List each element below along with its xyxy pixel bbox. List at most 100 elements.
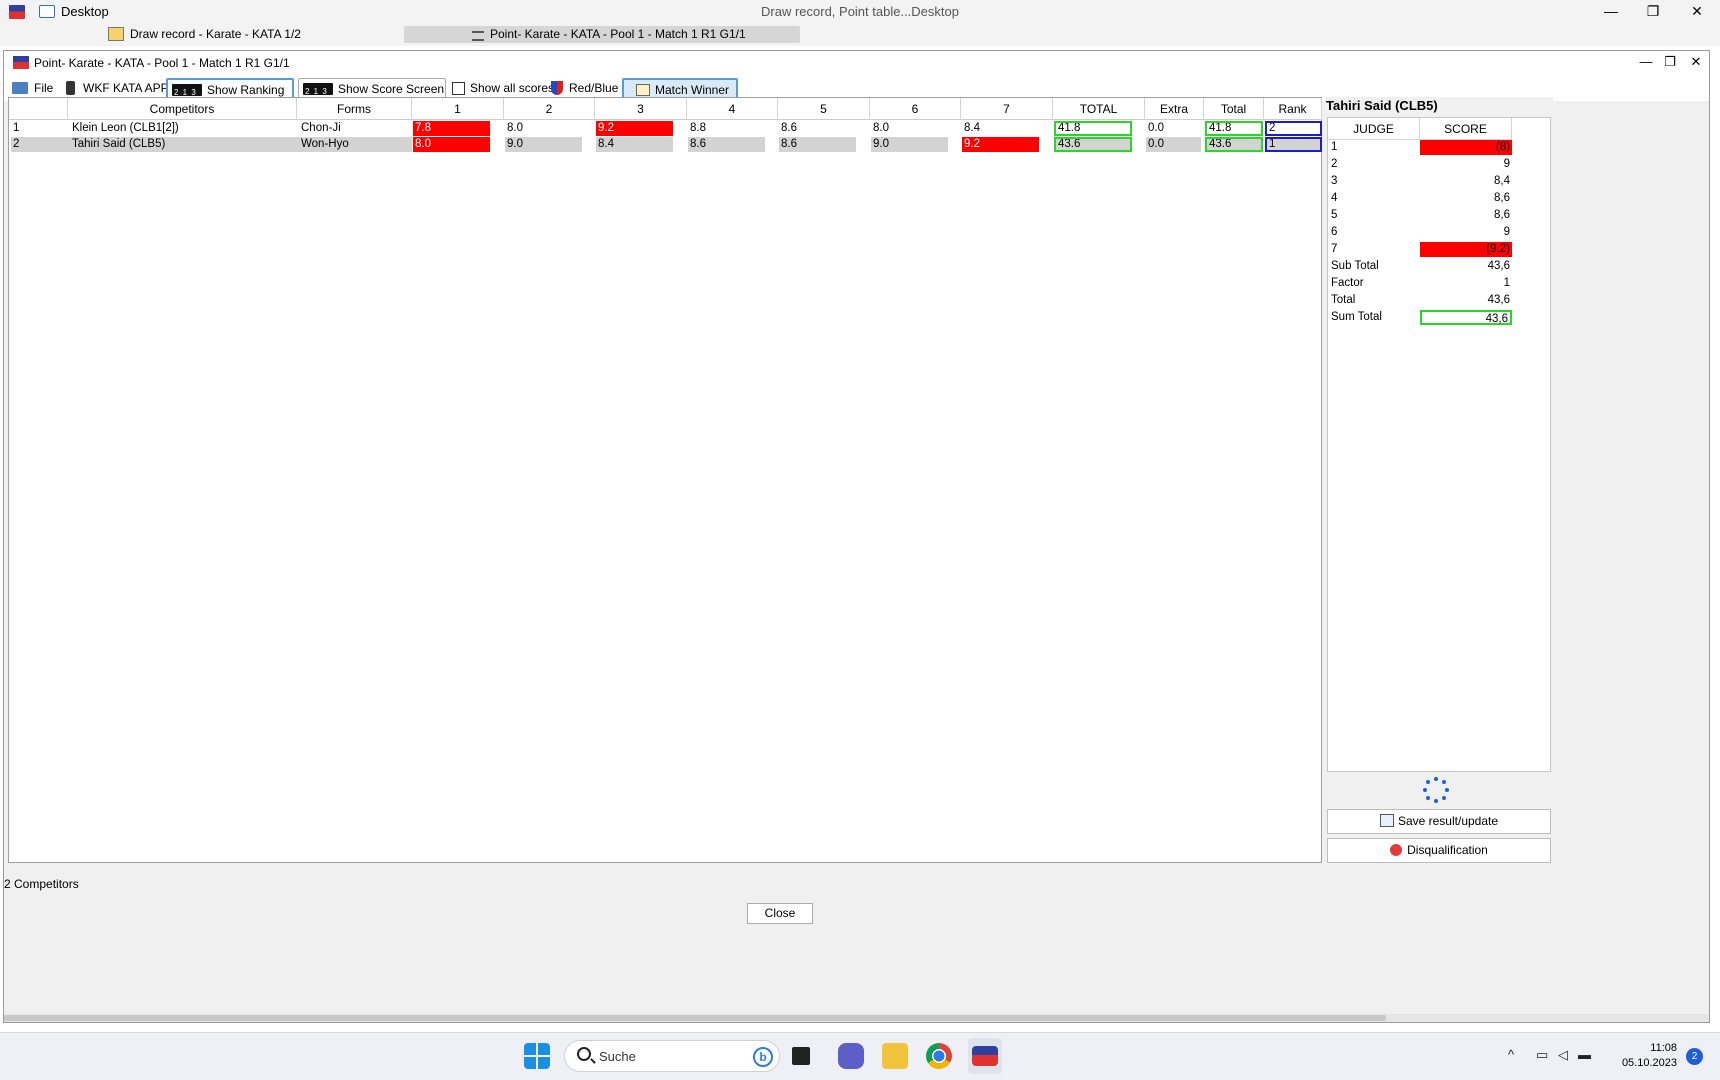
cell-score-7[interactable]: 9.2 bbox=[962, 137, 1039, 152]
window-titlebar: Point- Karate - KATA - Pool 1 - Match 1 … bbox=[4, 51, 1709, 75]
cell-form: Chon-Ji bbox=[301, 122, 341, 134]
summary-row: Factor 1 bbox=[1328, 276, 1528, 292]
cell-score-1[interactable]: 7.8 bbox=[413, 121, 490, 136]
col-header-judge-3[interactable]: 3 bbox=[595, 98, 687, 120]
summary-row: Sum Total 43,6 bbox=[1328, 310, 1528, 326]
karate-app-icon[interactable] bbox=[972, 1046, 998, 1066]
col-header-judge[interactable]: JUDGE bbox=[1328, 118, 1420, 140]
cell-score-1[interactable]: 8.0 bbox=[413, 137, 490, 152]
window-restore-button[interactable]: ❐ bbox=[1658, 54, 1682, 70]
taskbar-search[interactable]: Suche b bbox=[564, 1040, 780, 1072]
col-header-rank[interactable]: Rank bbox=[1264, 98, 1322, 120]
mdi-tab-point-table[interactable]: Point- Karate - KATA - Pool 1 - Match 1 … bbox=[404, 26, 800, 43]
save-result-button[interactable]: Save result/update bbox=[1327, 809, 1551, 834]
cell-score-5[interactable]: 8.6 bbox=[779, 121, 856, 136]
cell-score-6[interactable]: 9.0 bbox=[871, 137, 948, 152]
horizontal-scrollbar[interactable] bbox=[4, 1014, 1709, 1022]
cell-rank: 1 bbox=[1265, 137, 1322, 152]
app-close-button[interactable]: ✕ bbox=[1674, 0, 1720, 24]
chrome-icon[interactable] bbox=[926, 1043, 952, 1069]
file-label: File bbox=[34, 81, 54, 95]
cell-total-2: 41.8 bbox=[1205, 121, 1263, 136]
app-titlebar: Desktop Draw record, Point table...Deskt… bbox=[0, 0, 1720, 24]
col-header-forms[interactable]: Forms bbox=[297, 98, 412, 120]
col-header-competitors[interactable]: Competitors bbox=[68, 98, 297, 120]
col-header-score[interactable]: SCORE bbox=[1420, 118, 1512, 140]
cell-score-4[interactable]: 8.6 bbox=[688, 137, 765, 152]
summary-label: Sub Total bbox=[1331, 260, 1379, 272]
summary-value: 1 bbox=[1503, 277, 1510, 289]
summary-row: Total 43,6 bbox=[1328, 293, 1528, 309]
cell-rank: 2 bbox=[1265, 121, 1322, 136]
cell-score-3[interactable]: 9.2 bbox=[596, 121, 673, 136]
judge-row: 5 8,6 bbox=[1328, 208, 1528, 224]
cell-score-5[interactable]: 8.6 bbox=[779, 137, 856, 152]
cell-extra[interactable]: 0.0 bbox=[1146, 137, 1201, 152]
col-header-total[interactable]: TOTAL bbox=[1053, 98, 1145, 120]
grid-header: Competitors Forms 1 2 3 4 5 6 7 TOTAL Ex… bbox=[9, 98, 1322, 120]
teams-chat-icon[interactable] bbox=[838, 1043, 864, 1069]
col-header-no[interactable] bbox=[9, 98, 68, 120]
cell-score-3[interactable]: 8.4 bbox=[596, 137, 673, 152]
clock-date: 05.10.2023 bbox=[1621, 1057, 1677, 1069]
app-title: Draw record, Point table...Desktop bbox=[761, 4, 959, 19]
summary-label: Total bbox=[1331, 294, 1356, 306]
col-header-judge-5[interactable]: 5 bbox=[778, 98, 870, 120]
taskbar-clock[interactable]: 11:08 05.10.2023 bbox=[1617, 1041, 1677, 1071]
cell-score-7[interactable]: 8.4 bbox=[962, 121, 1039, 136]
cell-score-6[interactable]: 8.0 bbox=[871, 121, 948, 136]
table-row[interactable]: 2 Tahiri Said (CLB5) Won-Hyo 8.0 9.0 8.4… bbox=[9, 137, 1322, 153]
bing-icon[interactable]: b bbox=[753, 1047, 773, 1067]
disqualification-button[interactable]: Disqualification bbox=[1327, 838, 1551, 863]
judge-label: 2 bbox=[1331, 158, 1338, 170]
chevron-up-icon[interactable]: ^ bbox=[1508, 1047, 1514, 1062]
windows-start-icon[interactable] bbox=[524, 1043, 550, 1069]
col-header-total-2[interactable]: Total bbox=[1204, 98, 1264, 120]
notification-badge[interactable]: 2 bbox=[1686, 1048, 1703, 1065]
summary-label: Sum Total bbox=[1331, 311, 1382, 323]
table-row[interactable]: 1 Klein Leon (CLB1[2]) Chon-Ji 7.8 8.0 9… bbox=[9, 121, 1322, 137]
red-blue-label: Red/Blue bbox=[569, 81, 619, 95]
stop-icon bbox=[1390, 844, 1403, 856]
file-explorer-icon[interactable] bbox=[882, 1043, 908, 1069]
scrollbar-thumb[interactable] bbox=[4, 1015, 1386, 1021]
folder-icon bbox=[12, 82, 28, 94]
disqualification-label: Disqualification bbox=[1407, 843, 1488, 857]
summary-row: Sub Total 43,6 bbox=[1328, 259, 1528, 275]
volume-icon[interactable]: ◁ bbox=[1558, 1047, 1568, 1063]
app-restore-button[interactable]: ❐ bbox=[1630, 0, 1676, 24]
clock-time: 11:08 bbox=[1650, 1042, 1677, 1054]
col-header-judge-7[interactable]: 7 bbox=[961, 98, 1053, 120]
summary-value: 43,6 bbox=[1487, 260, 1510, 272]
window-close-button[interactable]: ✕ bbox=[1684, 54, 1708, 70]
task-view-icon[interactable] bbox=[792, 1047, 810, 1065]
checkbox-icon[interactable] bbox=[452, 82, 465, 95]
col-header-judge-2[interactable]: 2 bbox=[504, 98, 595, 120]
network-icon[interactable]: ▭ bbox=[1536, 1047, 1548, 1063]
col-header-judge-4[interactable]: 4 bbox=[687, 98, 778, 120]
mdi-tab-draw-record[interactable]: Draw record - Karate - KATA 1/2 bbox=[108, 26, 408, 43]
draw-record-icon bbox=[108, 27, 124, 41]
red-blue-shield-icon bbox=[551, 81, 563, 95]
close-button[interactable]: Close bbox=[747, 903, 813, 924]
show-score-screen-label: Show Score Screen bbox=[338, 82, 445, 96]
col-header-extra[interactable]: Extra bbox=[1145, 98, 1204, 120]
judge-score: (8) bbox=[1420, 140, 1512, 155]
app-minimize-button[interactable]: — bbox=[1588, 0, 1634, 24]
save-result-label: Save result/update bbox=[1397, 814, 1499, 828]
col-header-judge-6[interactable]: 6 bbox=[870, 98, 961, 120]
cell-score-4[interactable]: 8.8 bbox=[688, 121, 765, 136]
cell-score-2[interactable]: 9.0 bbox=[505, 137, 582, 152]
window-minimize-button[interactable]: — bbox=[1634, 54, 1658, 69]
score-grid[interactable]: Competitors Forms 1 2 3 4 5 6 7 TOTAL Ex… bbox=[8, 97, 1322, 863]
judge-row: 6 9 bbox=[1328, 225, 1528, 241]
summary-value: 43,6 bbox=[1487, 294, 1510, 306]
list-icon bbox=[472, 31, 484, 41]
cell-extra[interactable]: 0.0 bbox=[1146, 121, 1201, 136]
battery-icon[interactable]: ▬ bbox=[1578, 1047, 1591, 1062]
judge-row: 2 9 bbox=[1328, 157, 1528, 173]
judge-label: 6 bbox=[1331, 226, 1338, 238]
window-title: Point- Karate - KATA - Pool 1 - Match 1 … bbox=[34, 56, 290, 70]
col-header-judge-1[interactable]: 1 bbox=[412, 98, 504, 120]
cell-score-2[interactable]: 8.0 bbox=[505, 121, 582, 136]
